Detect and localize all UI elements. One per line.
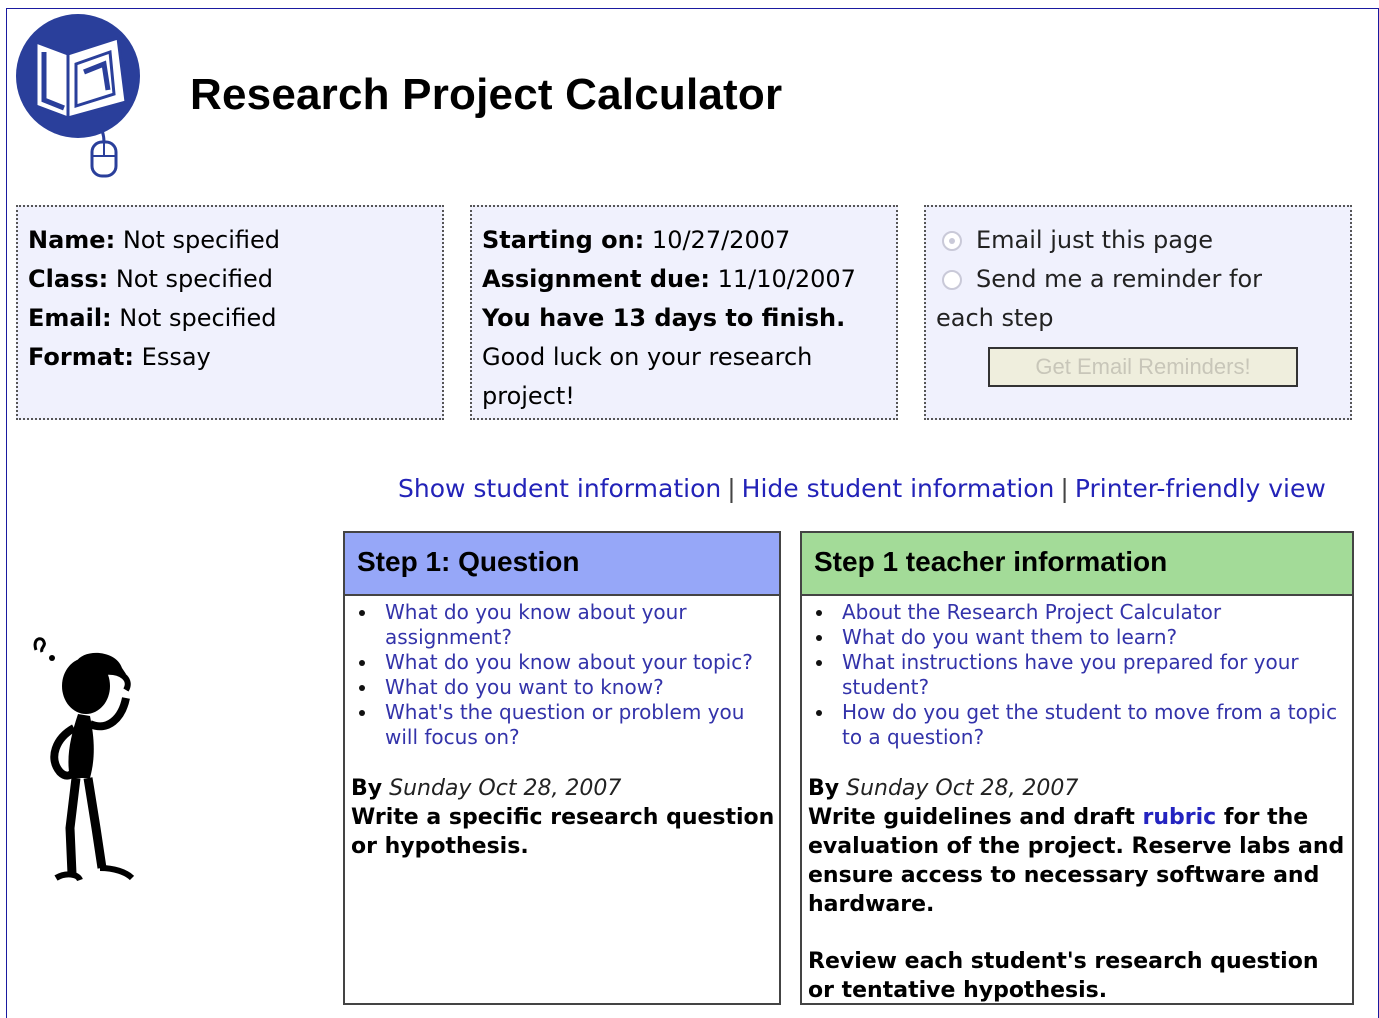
start-row: Starting on: 10/27/2007 [482, 221, 886, 260]
due-date-line: By Sunday Oct 28, 2007 [351, 776, 622, 801]
list-item[interactable]: What do you know about your topic? [359, 650, 779, 675]
list-item[interactable]: What do you want to know? [359, 675, 779, 700]
due-row: Assignment due: 11/10/2007 [482, 260, 886, 299]
due-date-line: By Sunday Oct 28, 2007 [808, 776, 1079, 801]
due-value: 11/10/2007 [717, 265, 856, 293]
format-label: Format: [28, 343, 135, 371]
days-remaining: You have 13 days to finish. [482, 304, 846, 332]
hide-student-info-link[interactable]: Hide student information [742, 474, 1055, 503]
printer-friendly-link[interactable]: Printer-friendly view [1075, 474, 1326, 503]
reminder-radio[interactable] [942, 270, 962, 290]
class-row: Class: Not specified [28, 260, 432, 299]
link-separator: | [1060, 474, 1069, 503]
list-item[interactable]: What instructions have you prepared for … [816, 650, 1352, 700]
list-item[interactable]: What's the question or problem you will … [359, 700, 779, 750]
option-reminder[interactable]: Send me a reminder for [936, 260, 1340, 299]
email-label: Email: [28, 304, 112, 332]
step-task: Write a specific research question or hy… [351, 805, 775, 859]
page-title: Research Project Calculator [190, 70, 783, 119]
step-due-block: By Sunday Oct 28, 2007 Write a specific … [345, 774, 779, 861]
email-value: Not specified [119, 304, 277, 332]
book-mouse-logo-icon [16, 14, 140, 178]
show-student-info-link[interactable]: Show student information [398, 474, 721, 503]
teacher-questions-list: About the Research Project Calculator Wh… [802, 600, 1352, 750]
step-questions-list: What do you know about your assignment? … [345, 600, 779, 750]
thinking-figure-icon [33, 637, 135, 882]
class-label: Class: [28, 265, 109, 293]
teacher-task-review: Review each student's research question … [808, 949, 1319, 1003]
name-label: Name: [28, 226, 116, 254]
list-item[interactable]: About the Research Project Calculator [816, 600, 1352, 625]
class-value: Not specified [115, 265, 274, 293]
dates-box: Starting on: 10/27/2007 Assignment due: … [470, 205, 898, 420]
name-row: Name: Not specified [28, 221, 432, 260]
teacher-task: Write guidelines and draft rubric for th… [808, 805, 1345, 917]
link-separator: | [727, 474, 736, 503]
email-page-radio[interactable] [942, 231, 962, 251]
rubric-link[interactable]: rubric [1143, 805, 1217, 830]
good-luck-text: Good luck on your research project! [482, 343, 813, 410]
name-value: Not specified [122, 226, 280, 254]
list-item[interactable]: What do you want them to learn? [816, 625, 1352, 650]
step-panel-heading: Step 1: Question [345, 533, 779, 596]
email-options-box: Email just this page Send me a reminder … [924, 205, 1352, 420]
format-value: Essay [141, 343, 211, 371]
due-label: Assignment due: [482, 265, 710, 293]
option-email-page[interactable]: Email just this page [936, 221, 1340, 260]
teacher-panel-heading: Step 1 teacher information [802, 533, 1352, 596]
teacher-panel: Step 1 teacher information About the Res… [800, 531, 1354, 1005]
format-row: Format: Essay [28, 338, 432, 377]
email-row: Email: Not specified [28, 299, 432, 338]
list-item[interactable]: What do you know about your assignment? [359, 600, 779, 650]
student-info-box: Name: Not specified Class: Not specified… [16, 205, 444, 420]
option-reminder-cont: each step [936, 304, 1054, 332]
start-label: Starting on: [482, 226, 645, 254]
view-links: Show student information | Hide student in… [398, 474, 1326, 503]
list-item[interactable]: How do you get the student to move from … [816, 700, 1352, 750]
start-value: 10/27/2007 [651, 226, 791, 254]
get-email-reminders-button[interactable]: Get Email Reminders! [988, 347, 1298, 387]
teacher-due-block: By Sunday Oct 28, 2007 Write guidelines … [802, 774, 1352, 1005]
step-panel: Step 1: Question What do you know about … [343, 531, 781, 1005]
